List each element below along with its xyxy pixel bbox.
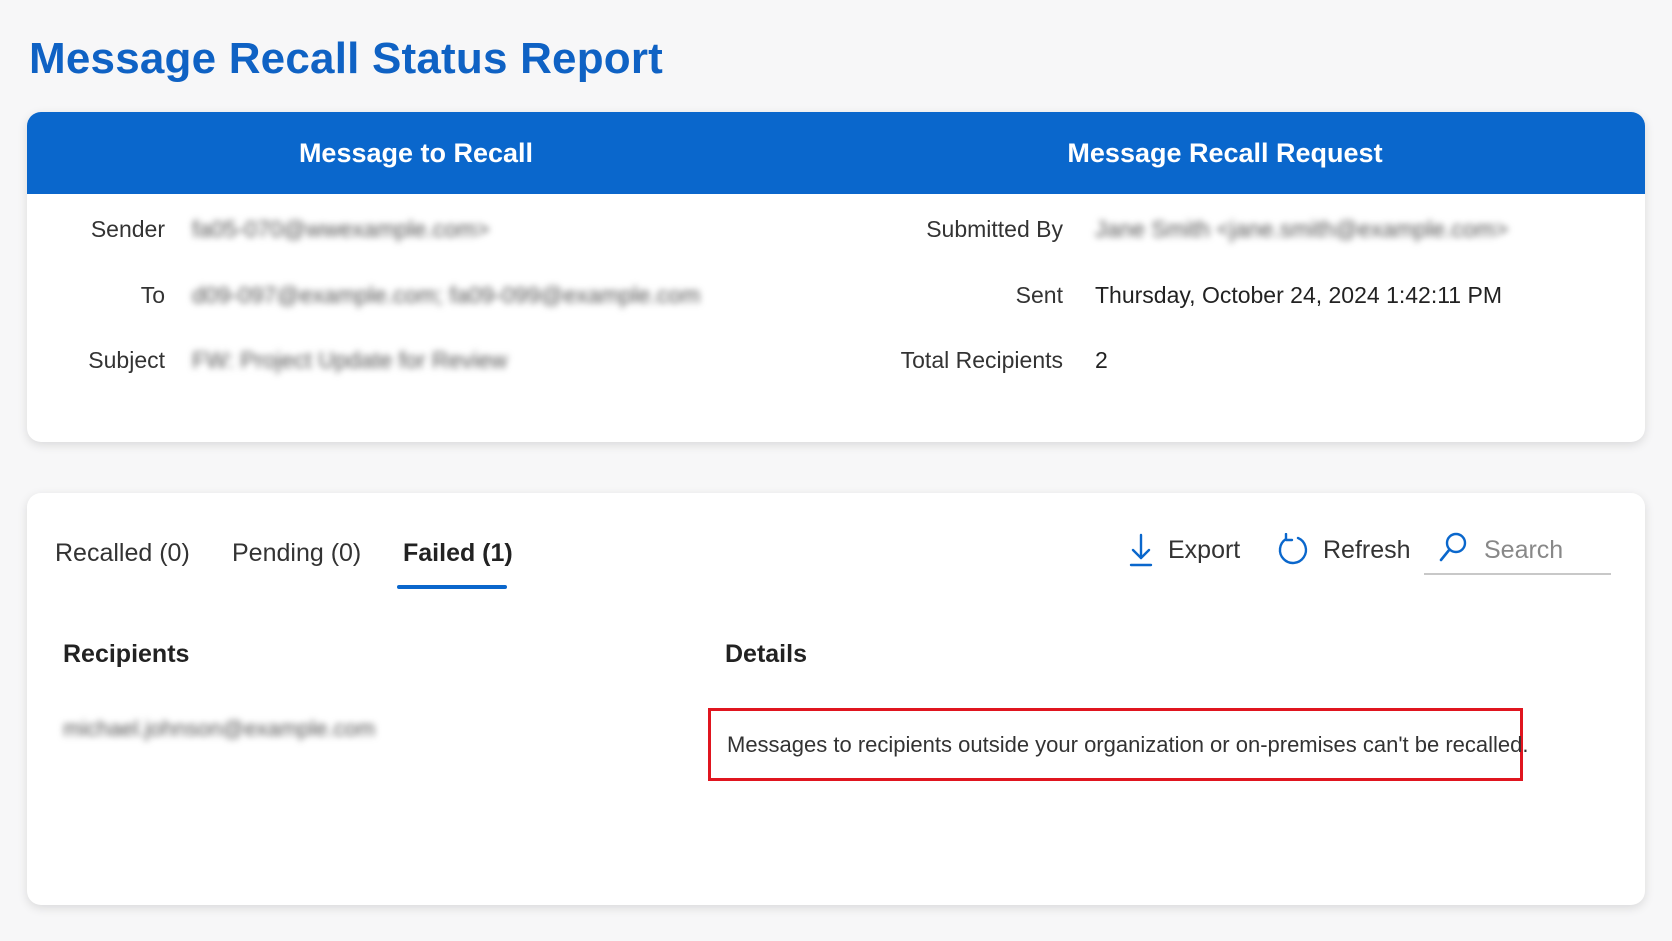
recall-status-card: Recalled (0) Pending (0) Failed (1) Expo…: [27, 493, 1645, 905]
recipient-email: michael.johnson@example.com: [63, 716, 376, 741]
sent-label: Sent: [1015, 282, 1063, 308]
to-value: d09-097@example.com; fa09-099@example.co…: [192, 282, 701, 308]
details-text: Messages to recipients outside your orga…: [727, 731, 1529, 757]
refresh-icon: [1277, 533, 1309, 567]
download-icon: [1128, 533, 1154, 567]
active-tab-indicator: [397, 585, 507, 589]
refresh-button[interactable]: Refresh: [1277, 533, 1411, 567]
total-recipients-label: Total Recipients: [900, 347, 1063, 373]
tab-pending[interactable]: Pending (0): [232, 539, 361, 568]
sent-value: Thursday, October 24, 2024 1:42:11 PM: [1095, 282, 1502, 308]
search-box[interactable]: [1424, 527, 1611, 575]
tab-recalled[interactable]: Recalled (0): [55, 539, 190, 568]
failure-details-message: Messages to recipients outside your orga…: [708, 708, 1529, 781]
summary-header: Message to Recall Message Recall Request: [27, 112, 1645, 194]
export-label: Export: [1168, 535, 1241, 564]
submitted-by-value: Jane Smith <jane.smith@example.com>: [1095, 216, 1509, 242]
recall-summary-card: Message to Recall Message Recall Request…: [27, 112, 1645, 442]
recipients-column-header: Recipients: [63, 640, 190, 668]
subject-label: Subject: [88, 347, 165, 373]
refresh-label: Refresh: [1323, 535, 1411, 564]
message-recall-request-header: Message Recall Request: [1067, 137, 1383, 168]
details-column-header: Details: [725, 640, 807, 668]
submitted-by-label: Submitted By: [926, 216, 1063, 242]
export-button[interactable]: Export: [1128, 533, 1240, 567]
page-title: Message Recall Status Report: [29, 34, 664, 83]
search-input[interactable]: [1482, 534, 1602, 566]
sender-label: Sender: [90, 216, 165, 242]
subject-value: FW: Project Update for Review: [192, 347, 508, 373]
sender-value: fa05-070@wwexample.com>: [192, 216, 490, 242]
search-icon: [1438, 532, 1468, 569]
to-label: To: [140, 282, 165, 308]
tab-failed[interactable]: Failed (1): [403, 539, 513, 568]
message-to-recall-header: Message to Recall: [298, 137, 534, 168]
total-recipients-value: 2: [1095, 347, 1108, 373]
